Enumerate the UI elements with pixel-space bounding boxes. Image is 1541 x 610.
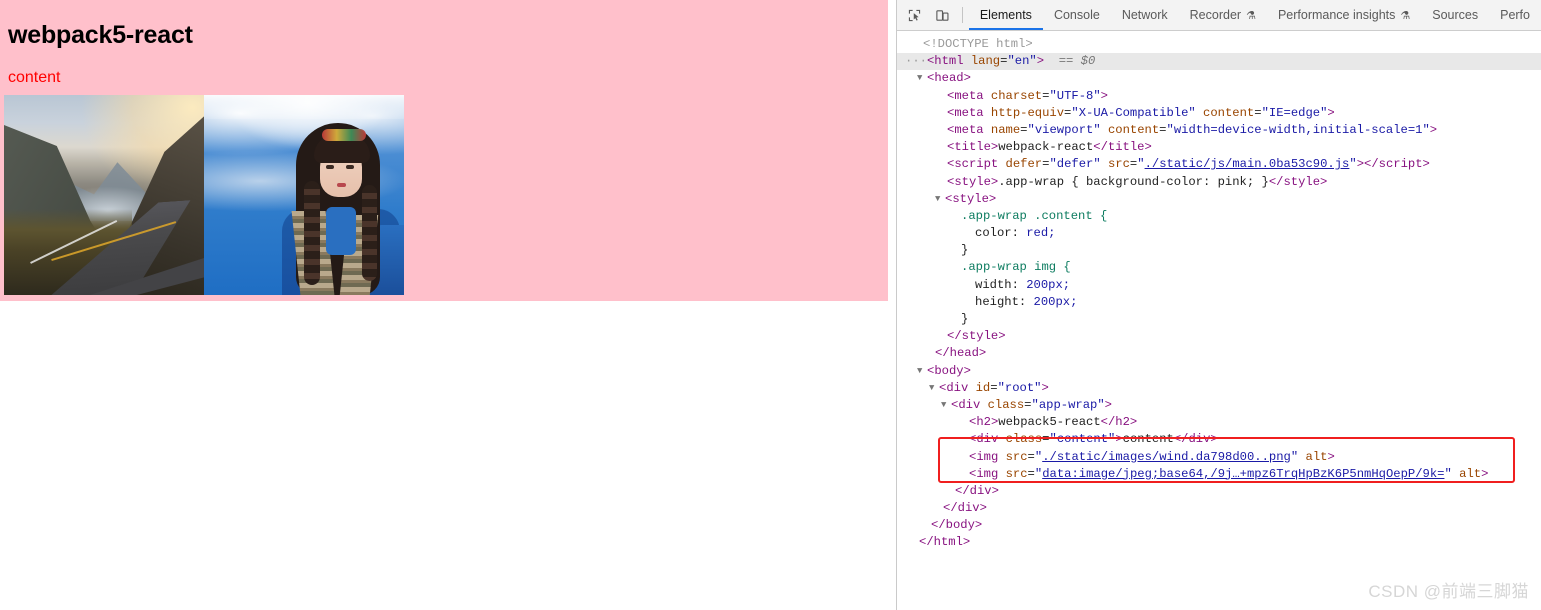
tree-row-body[interactable]: ▼ <body> (897, 363, 1541, 380)
mouth (337, 183, 346, 187)
tree-row-head-close: </head> (935, 346, 987, 361)
tree-row-css-decl-width: width: 200px; (975, 277, 1071, 292)
device-toolbar-icon[interactable] (931, 2, 953, 28)
image-mountain-road (4, 95, 204, 295)
tree-row-div-close-appwrap: </div> (955, 483, 999, 498)
tree-row-css-close-2: } (961, 312, 969, 326)
tree-row-css-close-1: } (961, 243, 969, 258)
tree-row-body-close: </body> (931, 518, 983, 533)
tab-sources[interactable]: Sources (1421, 0, 1489, 30)
tree-row-css-decl-color: color: red; (975, 226, 1056, 241)
devtools-toolbar: Elements Console Network Recorder ⚗ Perf… (897, 0, 1541, 31)
tree-row-h2[interactable]: <h2>webpack5-react</h2> (897, 414, 1541, 431)
cloud-strip (204, 95, 404, 119)
tree-row-html-close: </html> (919, 535, 971, 550)
tree-row-div-appwrap[interactable]: ▼ <div class="app-wrap"> (897, 397, 1541, 414)
toolbar-divider (961, 7, 963, 23)
headdress (322, 129, 366, 141)
inspect-element-icon[interactable] (903, 2, 925, 28)
script-src-link[interactable]: ./static/js/main.0ba53c90.js (1145, 157, 1350, 171)
image-portrait (204, 95, 404, 295)
img2-src-link[interactable]: data:image/jpeg;base64,/9j…+mpz6TrqHpBzK… (1042, 467, 1444, 481)
page-title: webpack5-react (8, 21, 193, 49)
tree-row-style-close: </style> (947, 329, 1006, 344)
tree-row-img-2[interactable]: <img src="data:image/jpeg;base64,/9j…+mp… (897, 466, 1541, 483)
tab-performance[interactable]: Perfo (1489, 0, 1541, 30)
braid-right (362, 185, 377, 281)
tab-console[interactable]: Console (1043, 0, 1111, 30)
tree-row-div-root[interactable]: ▼ <div id="root"> (897, 380, 1541, 397)
devtools-panel: Elements Console Network Recorder ⚗ Perf… (896, 0, 1541, 610)
tab-elements[interactable]: Elements (968, 0, 1044, 30)
browser-page-viewport: webpack5-react content (0, 0, 896, 610)
screenshot-root: webpack5-react content Elements Console … (0, 0, 1541, 610)
tree-row-css-selector-content: .app-wrap .content { (961, 208, 1108, 223)
tree-row-doctype: ▶<!DOCTYPE html> (923, 37, 1033, 51)
tree-row-html[interactable]: ···<html lang="en"> == $0 (897, 53, 1541, 71)
tree-row-title[interactable]: <title>webpack-react</title> (897, 139, 1541, 156)
eye-right (346, 165, 354, 169)
tree-row-div-close-root: </div> (943, 501, 987, 516)
flask-icon: ⚗ (1246, 9, 1256, 22)
tree-row-style-inline[interactable]: <style>.app-wrap { background-color: pin… (897, 174, 1541, 191)
tree-row-img-1[interactable]: <img src="./static/images/wind.da798d00.… (897, 449, 1541, 466)
tree-row-script[interactable]: <script defer="defer" src="./static/js/m… (897, 156, 1541, 173)
scarf (326, 207, 356, 255)
img1-src-link[interactable]: ./static/images/wind.da798d00..png (1042, 450, 1291, 464)
tree-row-meta-viewport[interactable]: <meta name="viewport" content="width=dev… (897, 122, 1541, 139)
tree-row-div-content[interactable]: <div class="content">content</div> (897, 431, 1541, 448)
image-row (0, 95, 888, 301)
tree-row-head[interactable]: ▼ <head> (897, 70, 1541, 87)
app-wrap-container: webpack5-react content (0, 0, 888, 301)
tab-network[interactable]: Network (1111, 0, 1179, 30)
eye-left (326, 165, 334, 169)
tab-recorder[interactable]: Recorder ⚗ (1179, 0, 1267, 30)
tree-row-style-open[interactable]: ▼ <style> (897, 191, 1541, 208)
flask-icon: ⚗ (1400, 9, 1411, 22)
braid-left (304, 181, 320, 285)
tree-row-meta-httpequiv[interactable]: <meta http-equiv="X-UA-Compatible" conte… (897, 105, 1541, 122)
tree-row-meta-charset[interactable]: <meta charset="UTF-8"> (897, 88, 1541, 105)
tab-performance-insights[interactable]: Performance insights ⚗ (1267, 0, 1421, 30)
tree-row-css-selector-img: .app-wrap img { (961, 260, 1071, 275)
dom-tree[interactable]: ▶<!DOCTYPE html> ···<html lang="en"> == … (897, 31, 1541, 610)
content-text: content (8, 69, 61, 86)
tree-row-css-decl-height: height: 200px; (975, 294, 1078, 309)
csdn-watermark: CSDN @前端三脚猫 (1368, 582, 1529, 601)
